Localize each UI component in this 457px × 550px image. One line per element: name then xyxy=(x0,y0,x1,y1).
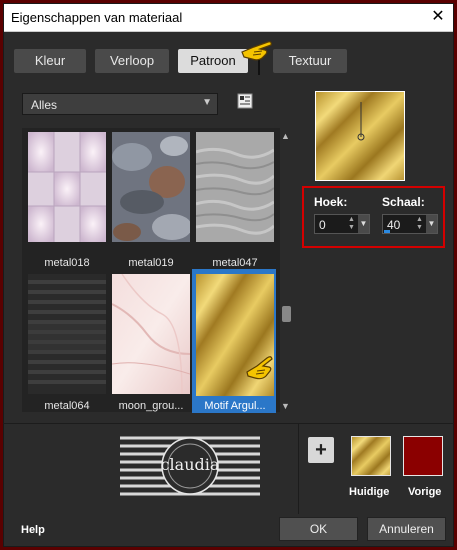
scale-spinner[interactable]: 40 ▲ ▼ ▼ xyxy=(382,214,438,234)
tab-kleur[interactable]: Kleur xyxy=(14,49,86,73)
pattern-thumb-metal019[interactable] xyxy=(112,132,192,242)
logo-text: claudia xyxy=(161,455,220,474)
pattern-label: metal047 xyxy=(212,257,258,269)
scroll-up-icon[interactable]: ▲ xyxy=(281,131,290,141)
current-material-swatch[interactable] xyxy=(351,436,391,476)
dialog-title: Eigenschappen van materiaal xyxy=(11,10,183,25)
ok-button[interactable]: OK xyxy=(279,517,358,541)
pattern-label: metal018 xyxy=(44,257,90,269)
pattern-scrollbar[interactable]: ▲ ▼ xyxy=(280,130,293,414)
chevron-down-icon[interactable]: ▼ xyxy=(358,215,369,233)
category-dropdown[interactable]: Alles ▼ xyxy=(22,93,218,115)
pattern-preview[interactable] xyxy=(315,91,405,181)
pattern-label: metal019 xyxy=(128,257,174,269)
cancel-button[interactable]: Annuleren xyxy=(367,517,446,541)
pattern-thumb-metal064[interactable] xyxy=(28,274,106,394)
help-link[interactable]: Help xyxy=(21,524,45,536)
divider xyxy=(3,423,454,424)
list-view-icon[interactable] xyxy=(237,93,253,114)
spinner-arrows-icon[interactable]: ▲ ▼ xyxy=(348,216,355,232)
chevron-down-icon: ▼ xyxy=(202,97,212,108)
current-swatch-label: Huidige xyxy=(349,486,390,498)
close-icon[interactable]: ✕ xyxy=(428,7,448,27)
pattern-thumb-metal018[interactable] xyxy=(28,132,106,242)
pointing-hand-icon xyxy=(240,38,274,67)
scroll-down-icon[interactable]: ▼ xyxy=(281,401,290,411)
divider xyxy=(298,424,299,514)
angle-value: 0 xyxy=(319,218,326,232)
category-dropdown-value: Alles xyxy=(31,98,58,112)
chevron-down-icon[interactable]: ▼ xyxy=(426,215,437,233)
angle-spinner[interactable]: 0 ▲ ▼ ▼ xyxy=(314,214,370,234)
scrollbar-thumb[interactable] xyxy=(282,306,291,322)
pattern-label: moon_grou... xyxy=(118,400,184,412)
tab-textuur[interactable]: Textuur xyxy=(273,49,347,73)
angle-scale-panel: Hoek: Schaal: 0 ▲ ▼ ▼ 40 ▲ ▼ ▼ xyxy=(302,186,445,248)
add-to-swatches-button[interactable]: + xyxy=(308,437,334,463)
pattern-thumb-moon-ground[interactable] xyxy=(111,273,191,395)
claudia-logo: claudia xyxy=(120,432,260,505)
pattern-thumb-metal047[interactable] xyxy=(195,132,276,242)
scale-label: Schaal: xyxy=(382,195,425,209)
angle-label: Hoek: xyxy=(314,195,348,209)
spinner-arrows-icon[interactable]: ▲ ▼ xyxy=(416,216,423,232)
pattern-label: metal064 xyxy=(44,400,90,412)
pointing-hand-icon xyxy=(245,352,275,387)
tab-patroon[interactable]: Patroon xyxy=(178,49,248,73)
scale-slider-indicator[interactable] xyxy=(384,230,390,233)
previous-material-swatch[interactable] xyxy=(403,436,443,476)
title-bar: Eigenschappen van materiaal ✕ xyxy=(4,4,453,32)
previous-swatch-label: Vorige xyxy=(408,486,442,498)
tab-verloop[interactable]: Verloop xyxy=(95,49,169,73)
pattern-label-selected: Motif Argul... xyxy=(204,400,266,412)
